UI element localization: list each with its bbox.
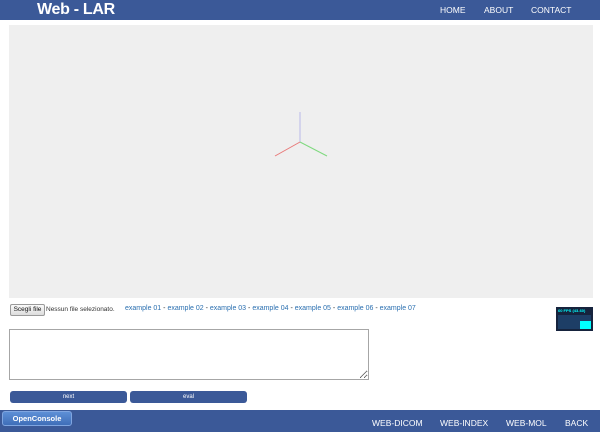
axis-x-line bbox=[274, 141, 301, 157]
example-link-07[interactable]: example 07 bbox=[380, 305, 416, 312]
nav-home[interactable]: HOME bbox=[440, 6, 466, 15]
3d-viewport[interactable] bbox=[9, 25, 593, 298]
example-link-01[interactable]: example 01 bbox=[125, 305, 161, 312]
eval-button[interactable]: eval bbox=[130, 391, 247, 403]
nav-about[interactable]: ABOUT bbox=[484, 6, 513, 15]
nav-back[interactable]: BACK bbox=[565, 419, 588, 428]
example-link-02[interactable]: example 02 bbox=[167, 305, 203, 312]
examples-links: example 01 - example 02 - example 03 - e… bbox=[125, 304, 416, 314]
fps-stats-meter[interactable]: 60 FPS (43-60) bbox=[556, 307, 593, 331]
nav-contact[interactable]: CONTACT bbox=[531, 6, 571, 15]
fps-graph-bar bbox=[580, 321, 591, 329]
example-link-05[interactable]: example 05 bbox=[295, 305, 331, 312]
open-console-button[interactable]: OpenConsole bbox=[2, 411, 72, 426]
example-link-03[interactable]: example 03 bbox=[210, 305, 246, 312]
example-link-04[interactable]: example 04 bbox=[252, 305, 288, 312]
nav-web-mol[interactable]: WEB-MOL bbox=[506, 419, 547, 428]
fps-label: 60 FPS (43-60) bbox=[558, 308, 586, 313]
nav-web-dicom[interactable]: WEB-DICOM bbox=[372, 419, 423, 428]
next-button[interactable]: next bbox=[10, 391, 127, 403]
example-link-06[interactable]: example 06 bbox=[337, 305, 373, 312]
axes-helper bbox=[274, 112, 328, 157]
nav-web-index[interactable]: WEB-INDEX bbox=[440, 419, 488, 428]
file-status-label: Nessun file selezionato. bbox=[46, 306, 115, 313]
console-textarea[interactable] bbox=[9, 329, 369, 380]
axis-z-line bbox=[299, 141, 328, 157]
brand-logo[interactable]: Web - LAR bbox=[37, 1, 115, 19]
choose-file-button[interactable]: Scegli file bbox=[10, 304, 45, 316]
